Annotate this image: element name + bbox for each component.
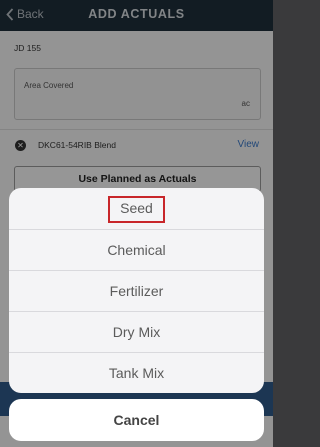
highlight-box xyxy=(108,196,165,223)
option-dry-mix[interactable]: Dry Mix xyxy=(9,311,264,351)
option-chemical[interactable]: Chemical xyxy=(9,229,264,269)
cancel-button[interactable]: Cancel xyxy=(9,399,264,441)
option-label: Tank Mix xyxy=(108,365,165,381)
option-fertilizer[interactable]: Fertilizer xyxy=(9,270,264,310)
option-tank-mix[interactable]: Tank Mix xyxy=(9,352,264,392)
option-label: Fertilizer xyxy=(109,283,164,299)
option-label: Dry Mix xyxy=(112,324,161,340)
option-label: Chemical xyxy=(107,242,166,258)
product-type-action-sheet: Seed Chemical Fertilizer Dry Mix Tank Mi… xyxy=(9,188,264,393)
